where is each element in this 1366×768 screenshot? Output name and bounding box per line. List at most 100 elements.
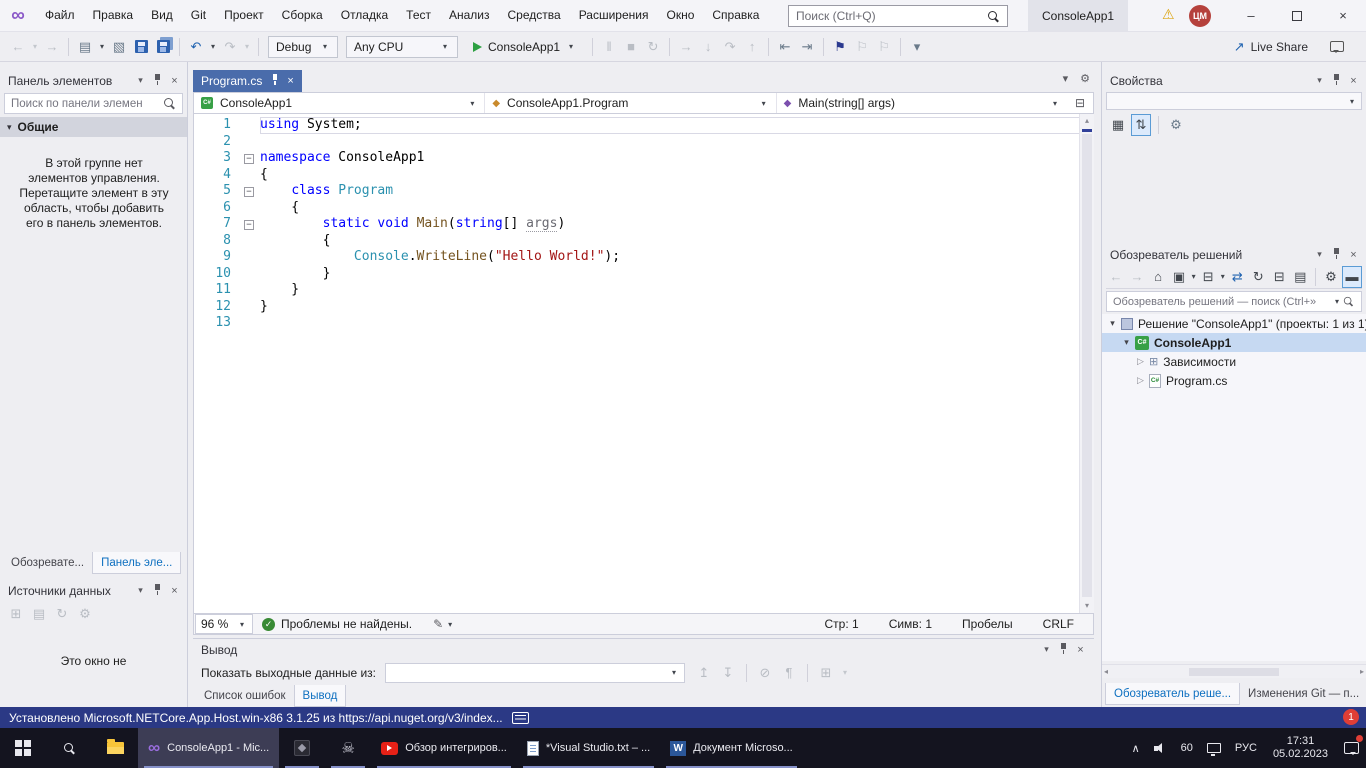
scrollbar-thumb[interactable] <box>1189 668 1279 676</box>
scroll-right-icon[interactable]: ▸ <box>1360 667 1364 676</box>
solution-explorer-search-input[interactable]: Обозреватель решений — поиск (Ctrl+» ▾ <box>1106 291 1362 312</box>
window-position-icon[interactable]: ▾ <box>132 75 149 86</box>
menu-item-12[interactable]: Справка <box>703 0 768 31</box>
code-line-5[interactable]: 5− class Program <box>194 183 1094 200</box>
navigate-back-caret-icon[interactable]: ▾ <box>30 42 40 51</box>
code-line-6[interactable]: 6 { <box>194 200 1094 217</box>
clock[interactable]: 17:31 05.02.2023 <box>1264 728 1337 768</box>
output-tabs-0[interactable]: Список ошибок <box>196 685 294 707</box>
solution-platform-dropdown[interactable]: Any CPU ▾ <box>346 36 458 58</box>
menu-item-7[interactable]: Тест <box>397 0 440 31</box>
window-position-icon[interactable]: ▾ <box>132 585 149 596</box>
tree-item-1[interactable]: ▾C#ConsoleApp1 <box>1102 333 1366 352</box>
menu-item-3[interactable]: Git <box>182 0 215 31</box>
menu-item-5[interactable]: Сборка <box>273 0 332 31</box>
expanded-expander-icon[interactable]: ▾ <box>1106 318 1119 329</box>
notification-warning-icon[interactable]: ⚠ <box>1162 6 1175 23</box>
undo-icon[interactable]: ↶ <box>186 36 206 58</box>
new-file-caret-icon[interactable]: ▾ <box>97 42 107 51</box>
switch-views-icon[interactable]: ▣ <box>1169 266 1189 288</box>
start-button[interactable] <box>0 728 46 768</box>
output-tabs-1[interactable]: Вывод <box>294 685 347 707</box>
minimize-button[interactable]: – <box>1228 0 1274 31</box>
increase-indent-icon[interactable]: ⇥ <box>797 36 817 58</box>
user-avatar[interactable]: ЦМ <box>1189 5 1211 27</box>
tree-item-2[interactable]: ▷⊞Зависимости <box>1102 352 1366 371</box>
language-indicator[interactable]: РУС <box>1228 728 1264 768</box>
search-button[interactable] <box>46 728 92 768</box>
redo-caret-icon[interactable]: ▾ <box>242 42 252 51</box>
sync-with-active-document-icon[interactable]: ⇄ <box>1227 266 1247 288</box>
code-line-11[interactable]: 11 } <box>194 282 1094 299</box>
toolbar-options-icon[interactable]: ▾ <box>907 36 927 58</box>
menu-item-4[interactable]: Проект <box>215 0 273 31</box>
collapse-all-icon[interactable]: ⊟ <box>1269 266 1289 288</box>
scroll-left-icon[interactable]: ◂ <box>1104 667 1108 676</box>
type-dropdown[interactable]: ◆ ConsoleApp1.Program ▾ <box>485 93 776 113</box>
status-spaces[interactable]: Пробелы <box>962 617 1013 631</box>
document-options-gear-icon[interactable]: ⚙ <box>1080 72 1090 85</box>
fold-collapse-icon[interactable]: − <box>244 183 260 200</box>
notification-badge[interactable]: 1 <box>1343 709 1359 725</box>
code-editor[interactable]: 1using System;23−namespace ConsoleApp14{… <box>193 114 1094 613</box>
solution-explorer-tabs-0[interactable]: Обозреватель реше... <box>1105 683 1240 705</box>
save-all-icon[interactable] <box>153 36 173 58</box>
close-icon[interactable]: × <box>166 585 183 597</box>
menu-item-2[interactable]: Вид <box>142 0 182 31</box>
toolbox-search-input[interactable]: Поиск по панели элемен <box>4 93 183 114</box>
switch-views-caret-icon[interactable]: ▾ <box>1190 272 1197 281</box>
close-button[interactable]: × <box>1320 0 1366 31</box>
live-share-button[interactable]: ↗ Live Share <box>1234 32 1308 62</box>
pin-icon[interactable] <box>149 583 166 598</box>
close-icon[interactable]: × <box>1345 75 1362 87</box>
pin-icon[interactable] <box>1328 73 1345 88</box>
scroll-up-icon[interactable]: ▴ <box>1080 114 1094 128</box>
menu-item-0[interactable]: Файл <box>36 0 84 31</box>
editor-vertical-scrollbar[interactable]: ▴ ▾ <box>1079 114 1094 613</box>
code-line-3[interactable]: 3−namespace ConsoleApp1 <box>194 150 1094 167</box>
start-debugging-button[interactable]: ConsoleApp1 ▾ <box>465 36 584 58</box>
fold-collapse-icon[interactable]: − <box>244 216 260 233</box>
window-position-icon[interactable]: ▾ <box>1038 644 1055 655</box>
code-cleanup-button[interactable]: ✎ ▾ <box>433 617 455 631</box>
window-position-icon[interactable]: ▾ <box>1311 249 1328 260</box>
code-line-2[interactable]: 2 <box>194 134 1094 151</box>
member-dropdown[interactable]: ◆ Main(string[] args) ▾ <box>777 93 1067 113</box>
toolbox-tabs-0[interactable]: Обозревате... <box>3 552 92 574</box>
scroll-down-icon[interactable]: ▾ <box>1080 599 1094 613</box>
pin-icon[interactable] <box>1328 247 1345 262</box>
toggle-bookmark-icon[interactable]: ⚑ <box>830 36 850 58</box>
open-file-icon[interactable]: ▧ <box>109 36 129 58</box>
pending-changes-filter-caret-icon[interactable]: ▾ <box>1219 272 1226 281</box>
menu-item-6[interactable]: Отладка <box>332 0 397 31</box>
split-window-icon[interactable]: ⊟ <box>1067 93 1093 113</box>
visual-studio-window[interactable]: ∞ConsoleApp1 - Mic... <box>138 728 279 768</box>
code-line-7[interactable]: 7− static void Main(string[] args) <box>194 216 1094 233</box>
save-icon[interactable] <box>131 36 151 58</box>
close-icon[interactable]: × <box>166 75 183 87</box>
decrease-indent-icon[interactable]: ⇤ <box>775 36 795 58</box>
collapsed-expander-icon[interactable]: ▷ <box>1134 375 1147 386</box>
code-line-1[interactable]: 1using System; <box>194 117 1094 134</box>
window-position-icon[interactable]: ▾ <box>1311 75 1328 86</box>
project-dropdown[interactable]: C# ConsoleApp1 ▾ <box>194 93 485 113</box>
notepad-window[interactable]: *Visual Studio.txt – ... <box>517 728 660 768</box>
properties-object-dropdown[interactable]: ▾ <box>1106 92 1362 110</box>
solution-configuration-dropdown[interactable]: Debug ▾ <box>268 36 338 58</box>
action-center-icon[interactable] <box>1337 728 1366 768</box>
status-line-ending[interactable]: CRLF <box>1043 617 1074 631</box>
active-files-dropdown-icon[interactable]: ▾ <box>1063 72 1069 85</box>
undo-caret-icon[interactable]: ▾ <box>208 42 218 51</box>
toolbox-tabs-1[interactable]: Панель эле... <box>92 552 181 574</box>
collapsed-expander-icon[interactable]: ▷ <box>1134 356 1147 367</box>
document-health-indicator[interactable]: ✓ Проблемы не найдены. <box>262 617 412 631</box>
close-icon[interactable]: × <box>1072 644 1089 656</box>
menu-item-11[interactable]: Окно <box>657 0 703 31</box>
toggle-output-pane-caret-icon[interactable]: ▾ <box>840 668 850 677</box>
home-icon[interactable]: ⌂ <box>1148 266 1168 288</box>
expanded-expander-icon[interactable]: ▾ <box>1120 337 1133 348</box>
code-line-9[interactable]: 9 Console.WriteLine("Hello World!"); <box>194 249 1094 266</box>
word-window[interactable]: WДокумент Microso... <box>660 728 803 768</box>
properties-icon[interactable]: ⚙ <box>1321 266 1341 288</box>
tree-item-0[interactable]: ▾Решение "ConsoleApp1" (проекты: 1 из 1) <box>1102 314 1366 333</box>
